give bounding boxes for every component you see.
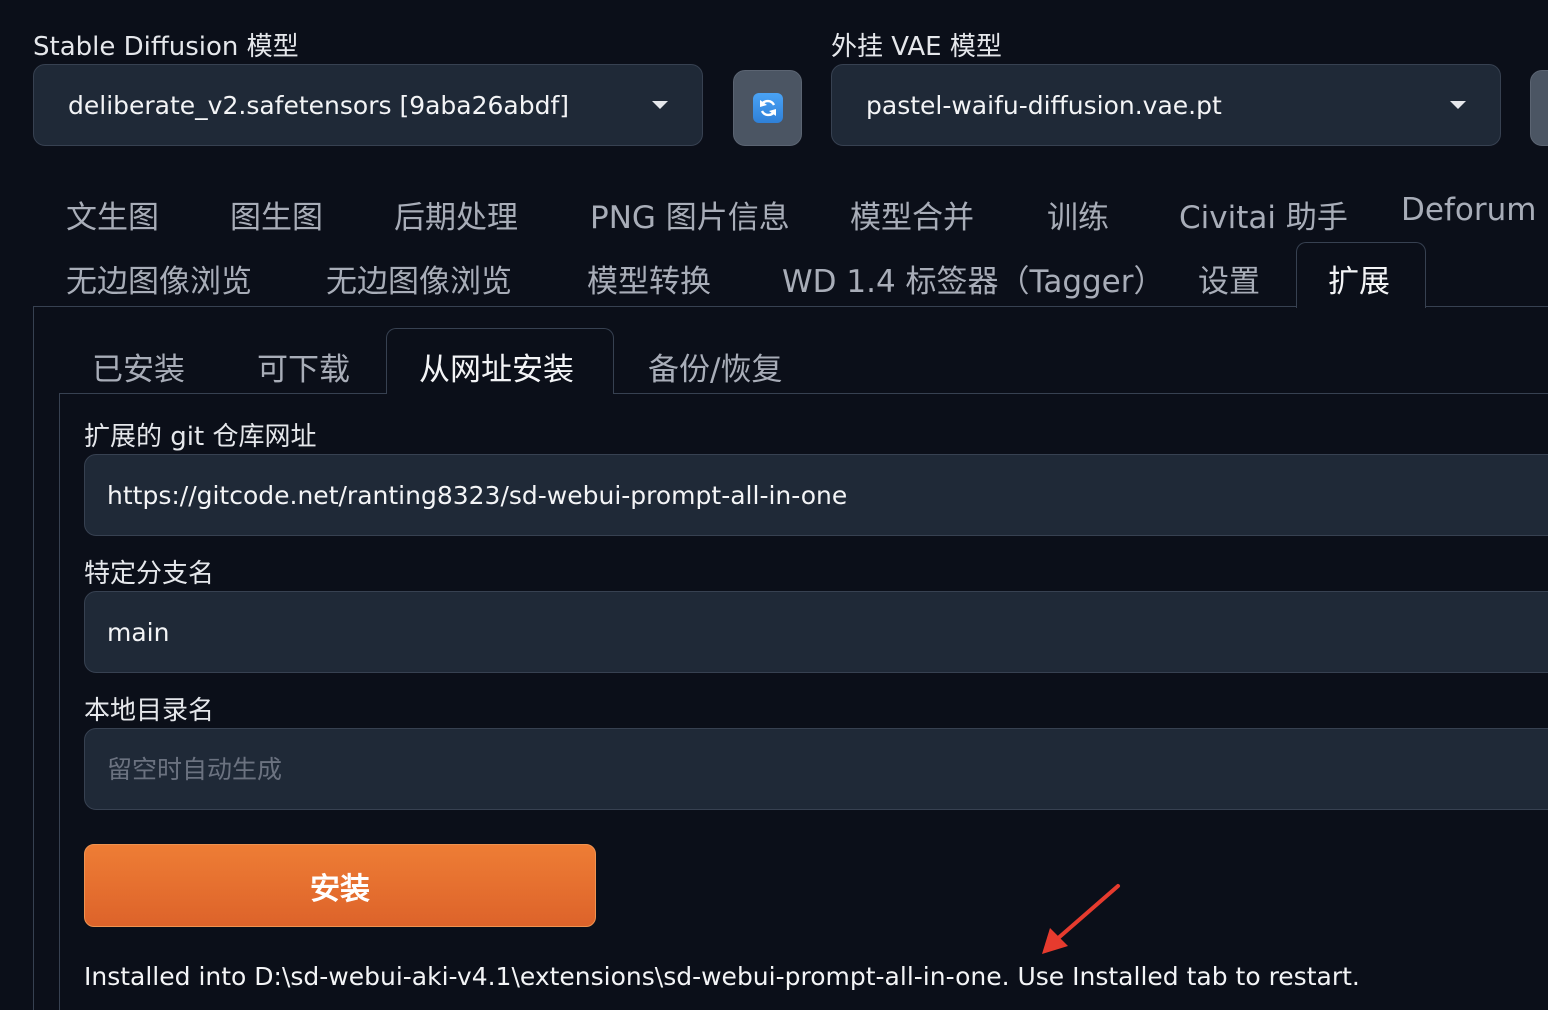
tab-img2img[interactable]: 图生图 [230,192,323,237]
git-url-input[interactable] [107,480,1541,510]
sub-tabs-divider-right [614,393,1548,394]
subtab-installed[interactable]: 已安装 [92,344,185,389]
model-dropdown[interactable]: deliberate_v2.safetensors [9aba26abdf] [33,64,703,146]
sub-panel-border [59,393,60,1010]
branch-field[interactable] [84,591,1548,673]
chevron-down-icon [652,101,668,109]
main-tabs-divider-right [1426,306,1548,307]
main-panel-border [33,306,34,1010]
subtab-install-from-url-label: 从网址安装 [419,352,574,388]
git-url-label: 扩展的 git 仓库网址 [84,422,317,452]
tab-txt2img[interactable]: 文生图 [66,192,159,237]
install-result-message: Installed into D:\sd-webui-aki-v4.1\exte… [84,962,1360,991]
tab-settings[interactable]: 设置 [1198,256,1260,301]
local-dir-field[interactable] [84,728,1548,810]
tab-train[interactable]: 训练 [1047,192,1109,237]
branch-input[interactable] [107,617,1541,647]
local-dir-label: 本地目录名 [84,696,215,726]
refresh-vae-button[interactable] [1530,70,1548,146]
subtab-available[interactable]: 可下载 [257,344,350,389]
vae-dropdown-value: pastel-waifu-diffusion.vae.pt [866,90,1222,120]
tab-infinite-browser-1[interactable]: 无边图像浏览 [66,256,252,301]
subtab-backup-restore[interactable]: 备份/恢复 [648,344,782,389]
tab-wd14-tagger[interactable]: WD 1.4 标签器（Tagger） [782,256,1165,301]
annotation-arrow-icon [1042,884,1120,954]
local-dir-input[interactable] [107,754,1541,784]
vae-dropdown[interactable]: pastel-waifu-diffusion.vae.pt [831,64,1501,146]
refresh-models-button[interactable] [733,70,802,146]
tab-infinite-browser-2[interactable]: 无边图像浏览 [326,256,512,301]
model-dropdown-value: deliberate_v2.safetensors [9aba26abdf] [68,90,570,120]
git-url-field[interactable] [84,454,1548,536]
tab-model-merge[interactable]: 模型合并 [850,192,974,237]
tab-deforum[interactable]: Deforum [1401,192,1536,228]
install-button[interactable]: 安装 [84,844,596,927]
tab-extensions-label: 扩展 [1328,264,1390,300]
model-selector-label: Stable Diffusion 模型 [33,32,299,62]
tab-extras[interactable]: 后期处理 [394,192,518,237]
tab-model-convert[interactable]: 模型转换 [587,256,711,301]
vae-selector-label: 外挂 VAE 模型 [831,32,1002,62]
branch-label: 特定分支名 [84,559,215,589]
chevron-down-icon [1450,101,1466,109]
sub-tabs-divider-left [59,393,386,394]
refresh-icon [752,93,783,123]
tab-png-info[interactable]: PNG 图片信息 [590,192,790,237]
main-tabs-divider-left [33,306,1296,307]
tab-civitai-helper[interactable]: Civitai 助手 [1179,192,1348,237]
